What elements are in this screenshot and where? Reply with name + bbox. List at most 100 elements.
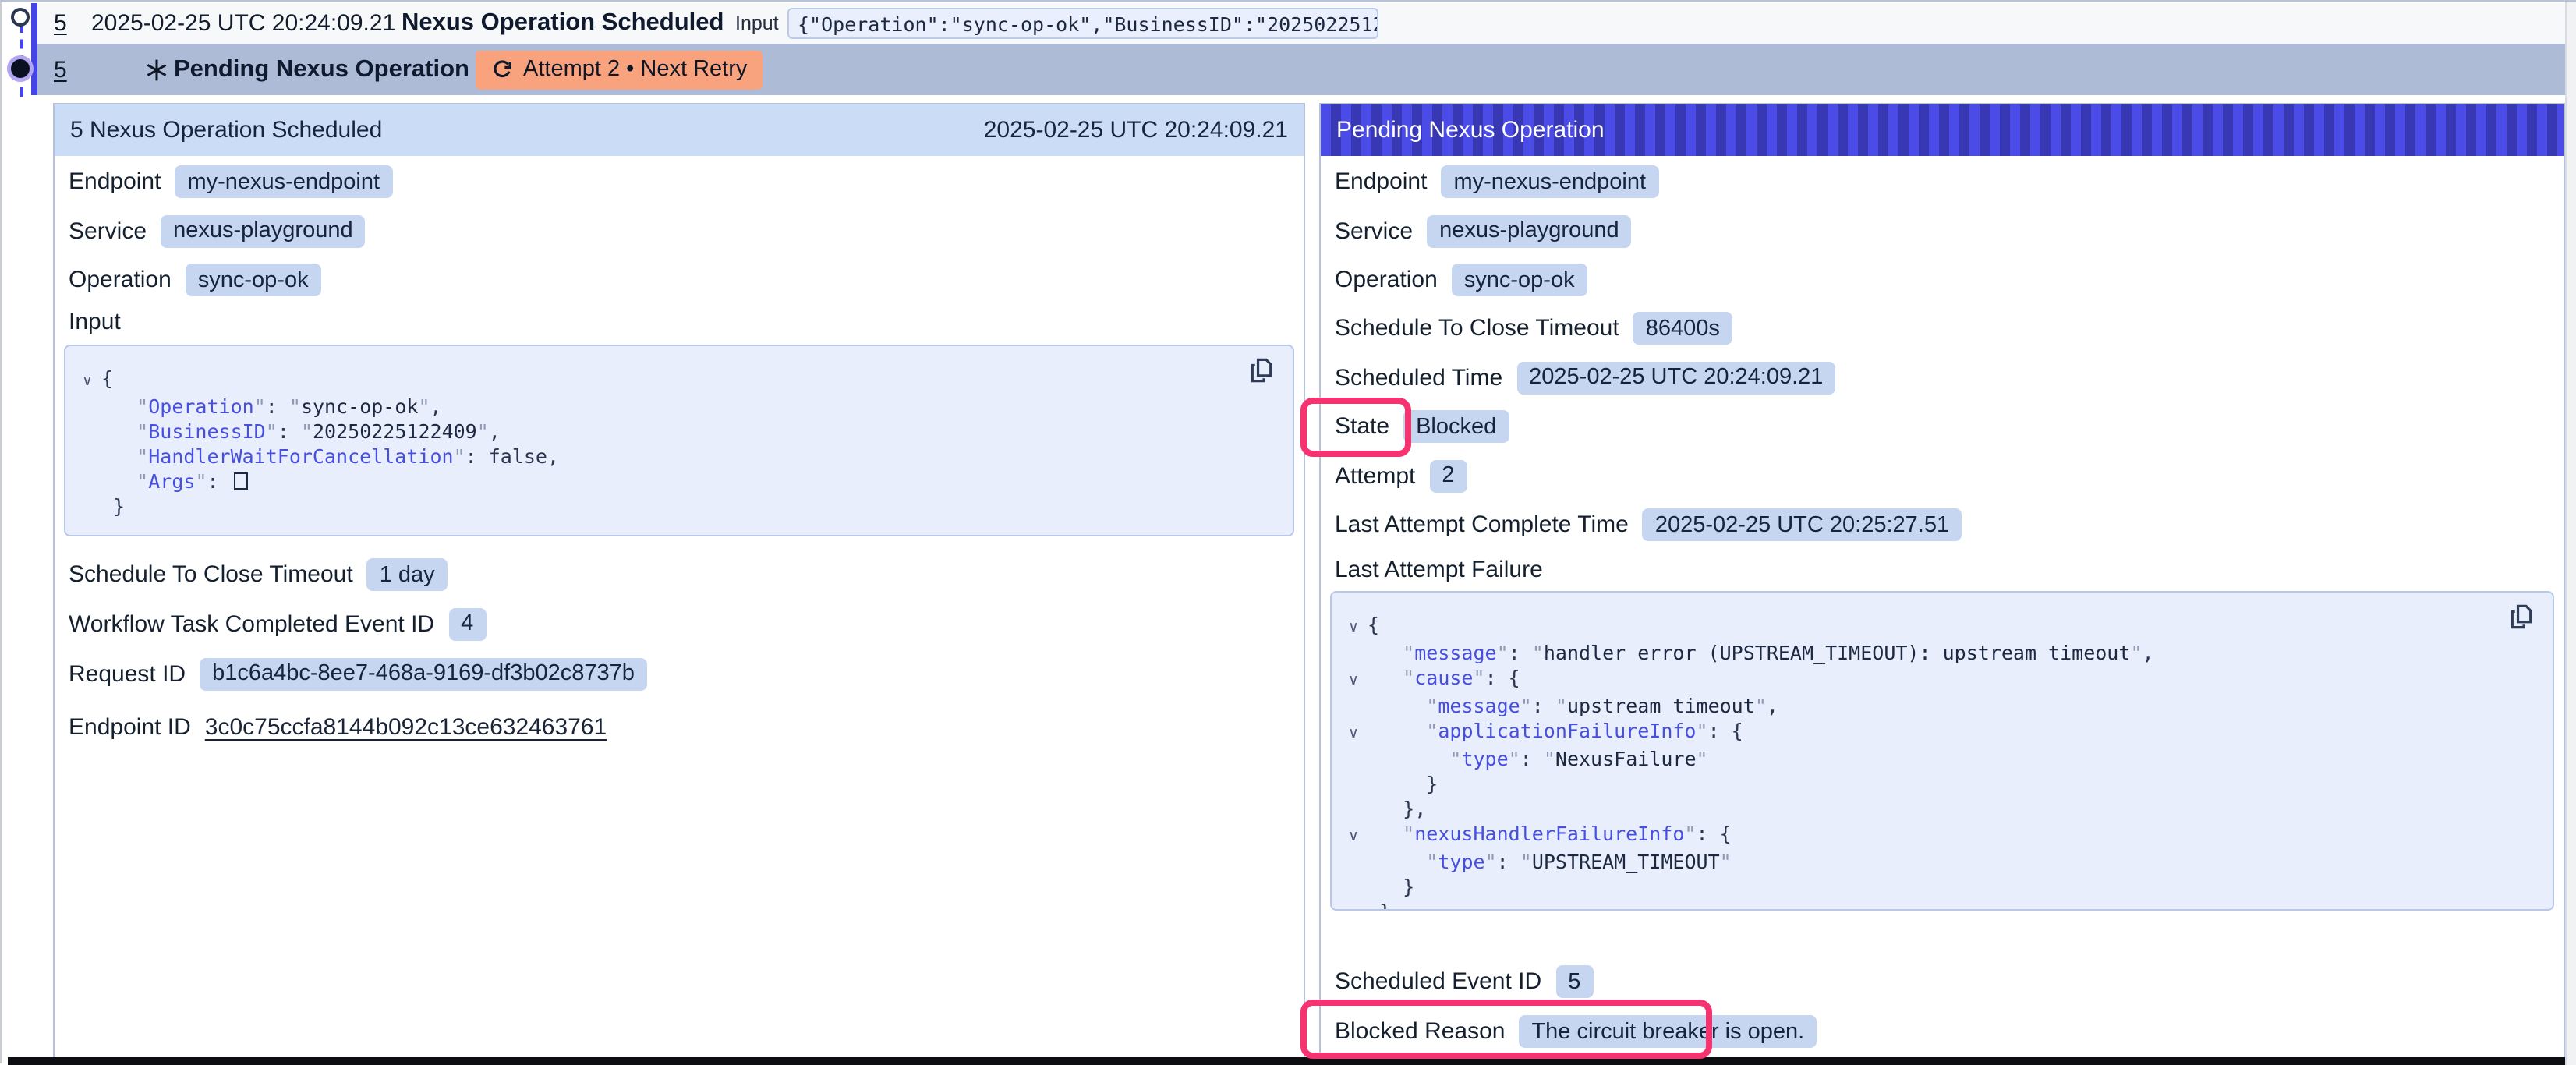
json-line: ∨ "nexusHandlerFailureInfo": {: [1339, 822, 2537, 850]
json-line: }: [1339, 772, 2537, 797]
nexus-asterisk-icon: [144, 58, 168, 81]
json-code-text: "Operation": "sync-op-ok",: [101, 395, 442, 419]
field-value-badge: my-nexus-endpoint: [175, 165, 392, 198]
json-code-text: "type": "UPSTREAM_TIMEOUT": [1368, 850, 1732, 875]
field-label: Schedule To Close Timeout: [69, 561, 353, 588]
json-line: }: [1339, 875, 2537, 900]
field-value-badge: 86400s: [1633, 312, 1732, 345]
field-value-badge: 2: [1429, 459, 1467, 492]
collapse-chevron-icon[interactable]: ∨: [73, 366, 101, 395]
json-line: ∨ "cause": {: [1339, 666, 2537, 694]
field-value-badge: sync-op-ok: [1452, 264, 1587, 296]
field-row-service: Service nexus-playground: [69, 207, 1290, 255]
field-row-attempt: Attempt 2: [1335, 451, 2549, 500]
json-gutter: [1339, 772, 1368, 797]
empty-array-icon: [234, 472, 248, 490]
field-label: Schedule To Close Timeout: [1335, 315, 1619, 341]
field-label: State: [1335, 413, 1389, 440]
input-json-viewer: ∨{ "Operation": "sync-op-ok", "BusinessI…: [64, 345, 1294, 536]
scrollbar-track[interactable]: [2564, 2, 2576, 1065]
attempt-retry-badge: Attempt 2 • Next Retry: [475, 50, 763, 89]
json-gutter: [73, 494, 101, 519]
event-id-link[interactable]: 5: [54, 56, 67, 83]
panel-title: 5 Nexus Operation Scheduled: [70, 117, 382, 143]
field-value-badge: 2025-02-25 UTC 20:25:27.51: [1643, 508, 1962, 541]
json-code-text: "type": "NexusFailure": [1368, 747, 1708, 772]
json-code-text: {: [1368, 613, 1379, 641]
collapse-chevron-icon[interactable]: ∨: [1339, 613, 1368, 641]
timeline-event-dot-open: [10, 7, 29, 26]
event-row-nexus-operation-scheduled[interactable]: 5 2025-02-25 UTC 20:24:09.21 Nexus Opera…: [37, 3, 2567, 44]
state-value-badge: Blocked: [1403, 410, 1509, 443]
collapse-chevron-icon[interactable]: ∨: [1339, 719, 1368, 747]
field-row-input-label: Input: [69, 304, 1290, 338]
json-line: "type": "UPSTREAM_TIMEOUT": [1339, 850, 2537, 875]
json-code-text: "cause": {: [1368, 666, 1520, 694]
field-label: Input: [69, 308, 121, 334]
panel-header-pending: Pending Nexus Operation: [1321, 104, 2564, 156]
json-code-text: "nexusHandlerFailureInfo": {: [1368, 822, 1732, 850]
field-label: Endpoint: [1335, 168, 1427, 195]
field-label: Endpoint ID: [69, 713, 191, 740]
json-code-text: {: [101, 366, 113, 395]
copy-button[interactable]: [1249, 357, 1274, 384]
event-row-pending-nexus-operation[interactable]: 5 Pending Nexus Operation Attempt 2 • Ne…: [37, 44, 2567, 95]
temporal-event-history-view: 5 2025-02-25 UTC 20:24:09.21 Nexus Opera…: [0, 0, 2576, 1063]
json-code-text: }: [1368, 900, 1391, 911]
field-label: Operation: [1335, 267, 1438, 293]
json-line: "Operation": "sync-op-ok",: [73, 395, 1277, 419]
field-label: Request ID: [69, 660, 186, 687]
json-gutter: [73, 444, 101, 469]
json-gutter: [1339, 641, 1368, 666]
field-row-last-attempt-complete-time: Last Attempt Complete Time 2025-02-25 UT…: [1335, 501, 2549, 549]
json-code-text: },: [1368, 797, 1426, 822]
json-code-text: "message": "upstream timeout",: [1368, 694, 1778, 719]
json-gutter: [73, 395, 101, 419]
field-row-endpoint: Endpoint my-nexus-endpoint: [69, 157, 1290, 206]
copy-button[interactable]: [2509, 603, 2534, 630]
field-row-state: State Blocked: [1335, 402, 2549, 451]
collapse-chevron-icon[interactable]: ∨: [1339, 822, 1368, 850]
panel-title: Pending Nexus Operation: [1336, 117, 1605, 143]
json-line: "message": "upstream timeout",: [1339, 694, 2537, 719]
json-line: }: [73, 494, 1277, 519]
json-line: "HandlerWaitForCancellation": false,: [73, 444, 1277, 469]
event-id-link[interactable]: 5: [54, 10, 67, 37]
field-label: Attempt: [1335, 462, 1415, 489]
field-value-badge: 4: [448, 607, 486, 640]
field-value-badge: 2025-02-25 UTC 20:24:09.21: [1516, 361, 1835, 394]
field-label: Last Attempt Complete Time: [1335, 511, 1629, 538]
json-line: "BusinessID": "20250225122409",: [73, 419, 1277, 444]
input-preview-badge[interactable]: {"Operation":"sync-op-ok","BusinessID":"…: [787, 8, 1378, 39]
field-value-badge: sync-op-ok: [186, 264, 321, 296]
blocked-reason-badge: The circuit breaker is open.: [1519, 1015, 1817, 1048]
failure-json-viewer: ∨{ "message": "handler error (UPSTREAM_T…: [1330, 591, 2554, 911]
field-label: Workflow Task Completed Event ID: [69, 610, 434, 637]
event-timestamp: 2025-02-25 UTC 20:24:09.21: [91, 10, 395, 37]
details-bottom-border: [8, 1057, 2568, 1065]
field-row-schedule-to-close-timeout: Schedule To Close Timeout 1 day: [69, 550, 1290, 599]
json-line: ∨{: [1339, 613, 2537, 641]
field-label: Scheduled Event ID: [1335, 968, 1541, 995]
json-code-text: "HandlerWaitForCancellation": false,: [101, 444, 559, 469]
field-value-badge: nexus-playground: [161, 214, 366, 247]
timeline-event-dot-current: [11, 59, 30, 78]
json-code-text: }: [101, 494, 125, 519]
collapse-chevron-icon[interactable]: ∨: [1339, 666, 1368, 694]
field-row-scheduled-event-id: Scheduled Event ID 5: [1335, 957, 2549, 1006]
field-row-blocked-reason: Blocked Reason The circuit breaker is op…: [1335, 1007, 2549, 1056]
json-code-text: "message": "handler error (UPSTREAM_TIME…: [1368, 641, 2154, 666]
field-value-badge: my-nexus-endpoint: [1441, 165, 1658, 198]
json-gutter: [1339, 875, 1368, 900]
event-title: Pending Nexus Operation: [174, 55, 469, 83]
field-row-schedule-to-close-timeout: Schedule To Close Timeout 86400s: [1335, 304, 2549, 352]
panel-header-scheduled: 5 Nexus Operation Scheduled 2025-02-25 U…: [55, 104, 1304, 156]
json-gutter: [1339, 850, 1368, 875]
json-code-text: }: [1368, 772, 1438, 797]
json-gutter: [73, 419, 101, 444]
panel-timestamp: 2025-02-25 UTC 20:24:09.21: [984, 117, 1288, 143]
field-row-service: Service nexus-playground: [1335, 207, 2549, 255]
event-detail-panel-scheduled: 5 Nexus Operation Scheduled 2025-02-25 U…: [53, 103, 1305, 1059]
json-line: "message": "handler error (UPSTREAM_TIME…: [1339, 641, 2537, 666]
endpoint-id-link[interactable]: 3c0c75ccfa8144b092c13ce632463761: [205, 713, 607, 740]
